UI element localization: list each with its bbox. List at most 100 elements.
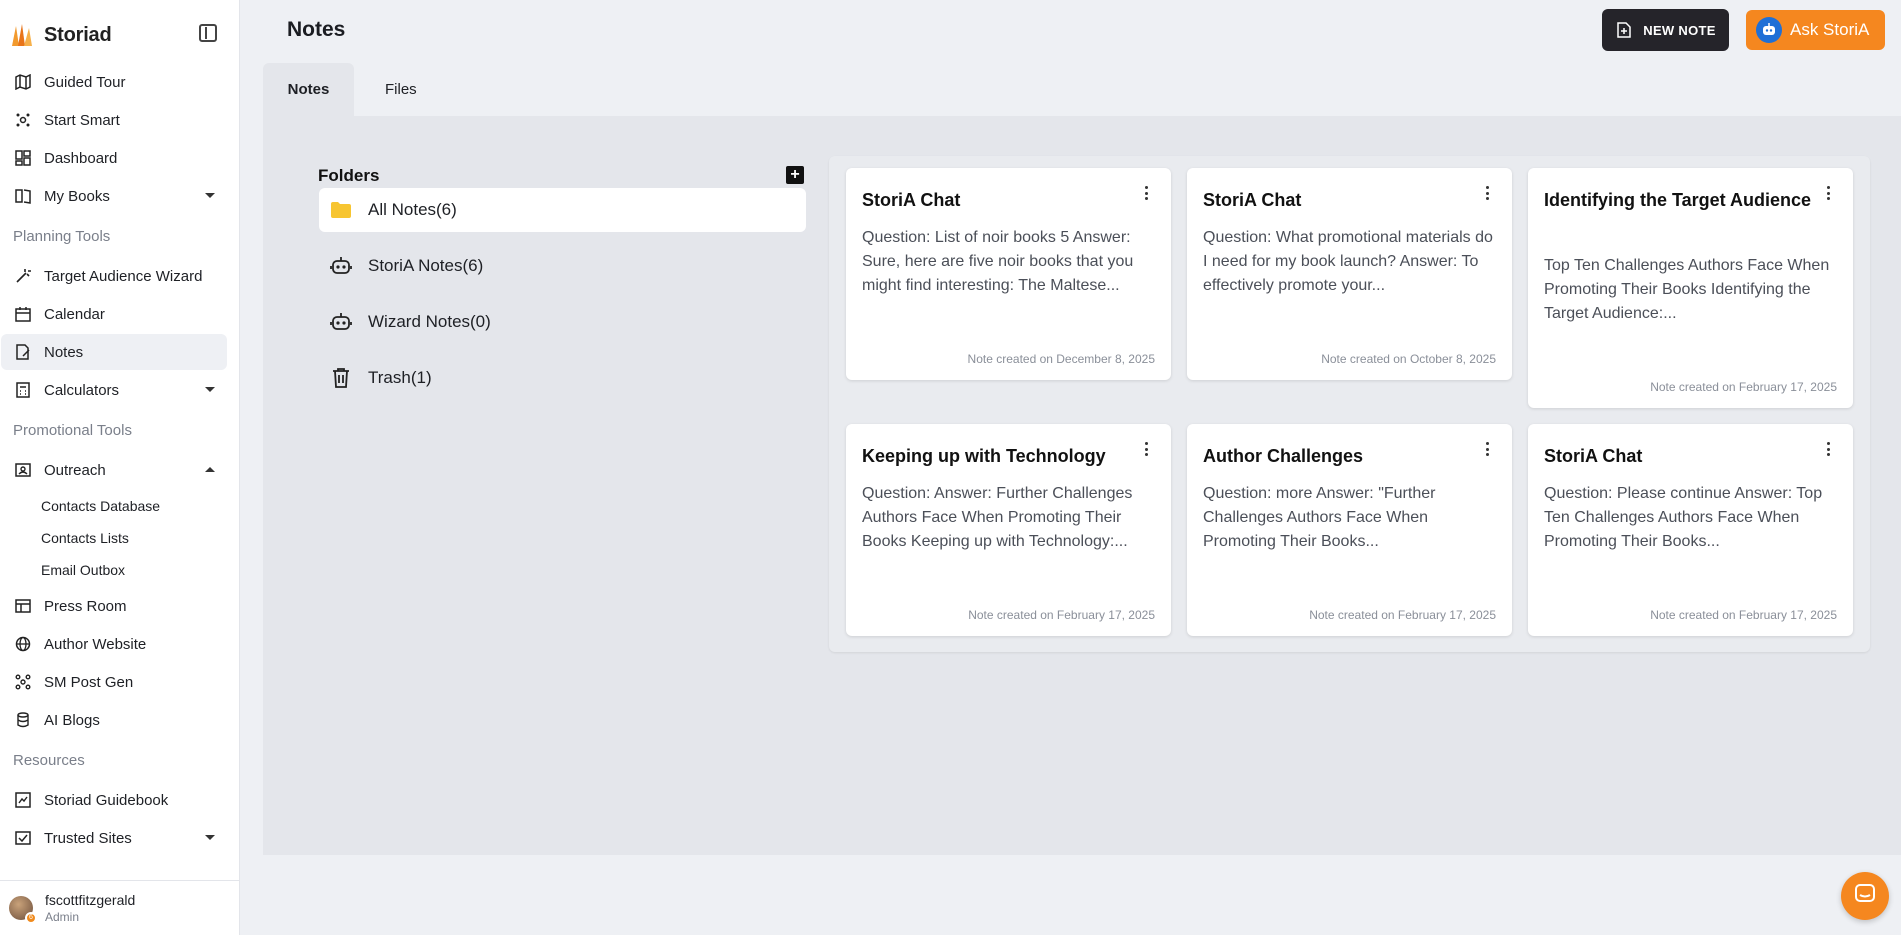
ask-storia-button[interactable]: Ask StoriA: [1746, 10, 1885, 50]
notification-badge: 6: [25, 912, 37, 924]
tabs: Notes Files: [263, 63, 443, 116]
tab-files[interactable]: Files: [354, 63, 443, 116]
avatar: 6: [9, 896, 37, 924]
note-preview: Top Ten Challenges Authors Face When Pro…: [1544, 257, 1830, 322]
brand[interactable]: Storiad: [10, 20, 112, 50]
sidebar-item-sm-post-gen[interactable]: SM Post Gen: [1, 664, 227, 700]
sidebar-item-my-books[interactable]: My Books: [1, 178, 227, 214]
sidebar-item-notes[interactable]: Notes: [1, 334, 227, 370]
sidebar-item-storiad-guidebook[interactable]: Storiad Guidebook: [1, 782, 227, 818]
user-profile[interactable]: 6 fscottfitzgerald Admin: [0, 880, 240, 935]
sidebar-item-label: Target Audience Wizard: [44, 267, 203, 285]
note-title: StoriA Chat: [1544, 446, 1643, 466]
guidebook-icon: [14, 791, 32, 809]
sidebar-item-label: AI Blogs: [44, 711, 100, 729]
sidebar-item-author-website[interactable]: Author Website: [1, 626, 227, 662]
sidebar-item-target-audience-wizard[interactable]: Target Audience Wizard: [1, 258, 227, 294]
page-title: Notes: [287, 18, 346, 41]
sidebar-subitem-contacts-database[interactable]: Contacts Database: [0, 490, 240, 522]
sidebar-item-label: Trusted Sites: [44, 829, 132, 847]
sidebar-item-dashboard[interactable]: Dashboard: [1, 140, 227, 176]
robot-icon: [329, 310, 353, 334]
sidebar-item-calendar[interactable]: Calendar: [1, 296, 227, 332]
chat-icon: [1854, 883, 1876, 910]
note-date: Note created on February 17, 2025: [1650, 380, 1837, 394]
sidebar-subitem-email-outbox[interactable]: Email Outbox: [0, 554, 240, 586]
dashboard-icon: [14, 149, 32, 167]
note-preview: Question: What promotional materials do …: [1203, 229, 1493, 294]
brand-name: Storiad: [44, 23, 112, 46]
more-options-icon[interactable]: [1827, 442, 1831, 456]
sidebar-item-label: Outreach: [44, 461, 106, 479]
sidebar: Storiad Guided Tour Start Smart Dashboar…: [0, 0, 240, 935]
note-preview: Question: more Answer: "Further Challeng…: [1203, 485, 1436, 550]
sidebar-item-calculators[interactable]: Calculators: [1, 372, 227, 408]
section-label-promotional: Promotional Tools: [13, 421, 132, 439]
note-card[interactable]: StoriA Chat Question: Please continue An…: [1528, 424, 1853, 636]
chevron-down-icon[interactable]: [205, 193, 215, 198]
note-preview: Question: Please continue Answer: Top Te…: [1544, 485, 1823, 550]
folder-label: Trash(1): [368, 368, 432, 387]
new-note-label: NEW NOTE: [1643, 22, 1716, 38]
trash-icon: [329, 366, 353, 390]
chat-launcher-button[interactable]: [1841, 872, 1889, 920]
tab-notes[interactable]: Notes: [263, 63, 354, 116]
note-title: Keeping up with Technology: [862, 446, 1106, 466]
storiad-logo-icon: [12, 24, 32, 46]
folder-label: StoriA Notes(6): [368, 256, 484, 275]
note-card[interactable]: Keeping up with Technology Question: Ans…: [846, 424, 1171, 636]
sidebar-item-ai-blogs[interactable]: AI Blogs: [1, 702, 227, 738]
calendar-icon: [14, 305, 32, 323]
folder-storia-notes[interactable]: StoriA Notes(6): [319, 244, 806, 288]
note-date: Note created on October 8, 2025: [1321, 352, 1496, 366]
note-date: Note created on February 17, 2025: [968, 608, 1155, 622]
more-options-icon[interactable]: [1145, 442, 1149, 456]
note-title: StoriA Chat: [1203, 190, 1302, 210]
new-note-icon: [1615, 21, 1633, 39]
note-card[interactable]: StoriA Chat Question: List of noir books…: [846, 168, 1171, 380]
user-role: Admin: [45, 910, 80, 924]
folder-trash[interactable]: Trash(1): [319, 356, 806, 400]
more-options-icon[interactable]: [1486, 442, 1490, 456]
sidebar-item-start-smart[interactable]: Start Smart: [1, 102, 227, 138]
note-date: Note created on December 8, 2025: [967, 352, 1155, 366]
collapse-sidebar-icon[interactable]: [199, 24, 217, 42]
map-icon: [14, 73, 32, 91]
sidebar-item-label: Notes: [44, 343, 84, 361]
folder-label: Wizard Notes(0): [368, 312, 491, 331]
sidebar-item-outreach[interactable]: Outreach: [1, 452, 227, 488]
sidebar-item-label: Press Room: [44, 597, 127, 615]
checkbox-icon: [14, 829, 32, 847]
sidebar-item-label: SM Post Gen: [44, 673, 134, 691]
more-options-icon[interactable]: [1145, 186, 1149, 200]
more-options-icon[interactable]: [1827, 186, 1831, 200]
calculator-icon: [14, 381, 32, 399]
network-icon: [14, 673, 32, 691]
sidebar-item-press-room[interactable]: Press Room: [1, 588, 227, 624]
outreach-icon: [14, 461, 32, 479]
folder-wizard-notes[interactable]: Wizard Notes(0): [319, 300, 806, 344]
sidebar-item-label: Guided Tour: [44, 73, 126, 91]
ask-storia-label: Ask StoriA: [1790, 20, 1870, 39]
note-card[interactable]: StoriA Chat Question: What promotional m…: [1187, 168, 1512, 380]
folders-panel: Folders + All Notes(6) StoriA Notes(6) W…: [300, 140, 820, 820]
sidebar-subitem-contacts-lists[interactable]: Contacts Lists: [0, 522, 240, 554]
more-options-icon[interactable]: [1486, 186, 1490, 200]
note-card[interactable]: Identifying the Target Audience Top Ten …: [1528, 168, 1853, 408]
folder-icon: [329, 198, 353, 222]
notes-grid: StoriA Chat Question: List of noir books…: [829, 156, 1870, 652]
note-card[interactable]: Author Challenges Question: more Answer:…: [1187, 424, 1512, 636]
chevron-down-icon[interactable]: [205, 387, 215, 392]
sidebar-item-guided-tour[interactable]: Guided Tour: [1, 64, 227, 100]
folder-all-notes[interactable]: All Notes(6): [319, 188, 806, 232]
sidebar-item-label: Dashboard: [44, 149, 118, 167]
add-folder-button[interactable]: +: [786, 166, 804, 184]
sidebar-item-label: Calculators: [44, 381, 120, 399]
note-date: Note created on February 17, 2025: [1650, 608, 1837, 622]
robot-icon: [329, 254, 353, 278]
sidebar-item-label: My Books: [44, 187, 110, 205]
sidebar-item-trusted-sites[interactable]: Trusted Sites: [1, 820, 227, 856]
chevron-up-icon[interactable]: [205, 467, 215, 472]
new-note-button[interactable]: NEW NOTE: [1602, 9, 1729, 51]
chevron-down-icon[interactable]: [205, 835, 215, 840]
